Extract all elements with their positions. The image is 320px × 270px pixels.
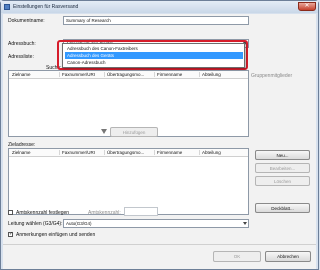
cover-page-button[interactable]: Deckblatt... [255, 203, 310, 213]
delete-button[interactable]: Löschen [255, 176, 310, 186]
dropdown-option-selected[interactable]: Adressbuch des Geräts [65, 52, 243, 59]
outside-line-number-input[interactable] [124, 207, 158, 216]
notes-checkbox[interactable] [8, 231, 13, 237]
dest-col-header-fax[interactable]: Faxnummer/URI [59, 150, 101, 155]
dest-col-header-company[interactable]: Firmenname [154, 150, 194, 155]
line-select-label: Leitung wählen (G3/G4): [8, 221, 63, 227]
outside-line-checkbox[interactable] [8, 210, 13, 215]
arrow-down-icon [101, 129, 107, 134]
address-list-label: Adressliste: [8, 54, 34, 60]
line-select[interactable]: Auto(G3/G4) [63, 219, 249, 228]
destination-list[interactable]: Zielname Faxnummer/URI Übertragungsmo...… [8, 148, 249, 215]
outside-line-label: Amtskennzahl festlegen [16, 210, 70, 216]
col-header-company[interactable]: Firmenname [154, 72, 194, 77]
outside-line-number-label: Amtskennzahl: [88, 210, 121, 216]
dropdown-option[interactable]: Adressbuch des Canon-Faxtreibers [65, 45, 243, 52]
address-list-header: Zielname Faxnummer/URI Übertragungsmo...… [9, 71, 248, 79]
title-bar: Einstellungen für Rasversand ✕ [1, 1, 318, 13]
document-name-input[interactable]: Summary of Research [63, 16, 249, 25]
group-members-label: Gruppenmitglieder [251, 73, 293, 79]
fax-app-icon [4, 4, 10, 10]
address-book-label: Adressbuch: [8, 41, 36, 47]
notes-label: Anmerkungen einfügen und senden [16, 232, 96, 238]
col-header-department[interactable]: Abteilung [199, 72, 244, 77]
col-header-mode[interactable]: Übertragungsmo... [104, 72, 151, 77]
footer-divider [3, 244, 316, 245]
document-name-label: Dokumentname: [8, 18, 45, 24]
add-button[interactable]: Hinzufügen [110, 127, 158, 137]
destination-list-header: Zielname Faxnummer/URI Übertragungsmo...… [9, 149, 248, 157]
col-header-name[interactable]: Zielname [12, 72, 57, 77]
ok-button[interactable]: OK [213, 251, 261, 262]
address-book-dropdown: Adressbuch des Canon-Faxtreibers Adressb… [62, 43, 245, 68]
dest-col-header-mode[interactable]: Übertragungsmo... [104, 150, 151, 155]
dest-col-header-department[interactable]: Abteilung [199, 150, 244, 155]
window-title: Einstellungen für Rasversand [13, 4, 79, 10]
new-button[interactable]: Neu... [255, 150, 310, 160]
dest-col-header-name[interactable]: Zielname [12, 150, 57, 155]
edit-button[interactable]: Bearbeiten... [255, 163, 310, 173]
cancel-button[interactable]: Abbrechen [265, 251, 311, 262]
close-button[interactable]: ✕ [298, 2, 316, 11]
col-header-fax[interactable]: Faxnummer/URI [59, 72, 101, 77]
dropdown-option[interactable]: Canon-Adressbuch [65, 59, 243, 66]
line-chevron-down-icon[interactable] [243, 222, 247, 225]
